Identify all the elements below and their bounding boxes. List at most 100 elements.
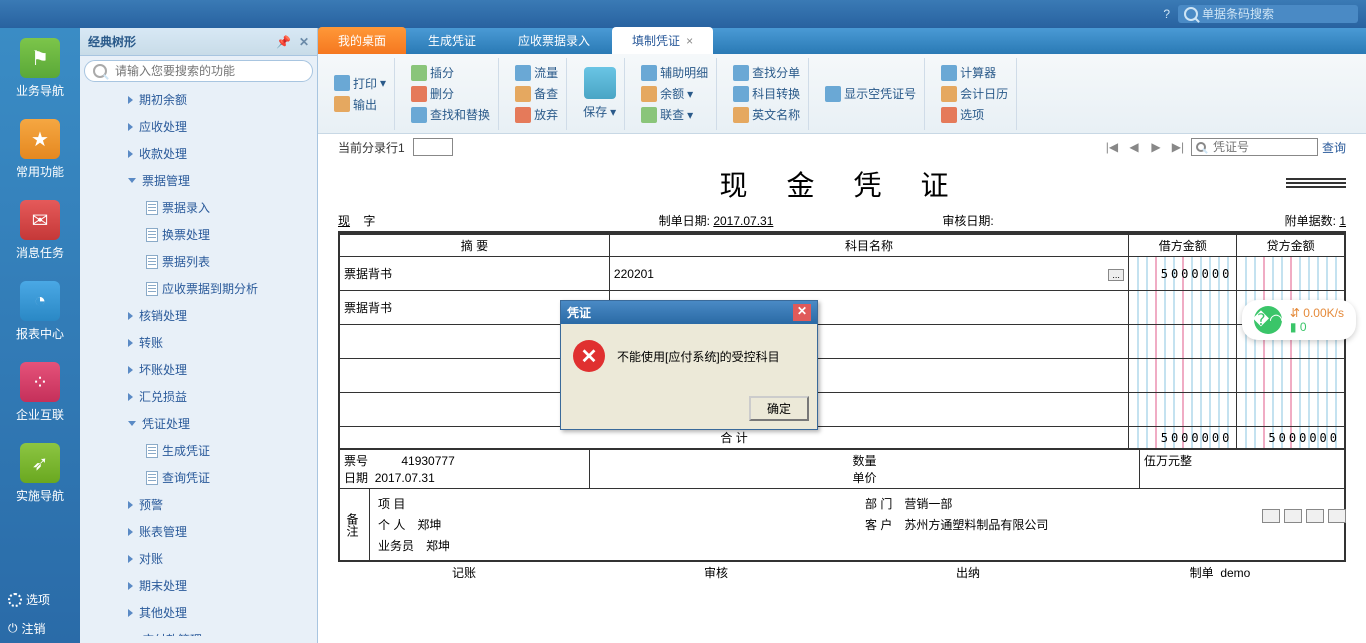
tree-search-input[interactable] — [115, 64, 304, 78]
nav-item-3[interactable]: ◔报表中心 — [0, 271, 80, 352]
tree-item[interactable]: 票据列表 — [80, 248, 317, 275]
toolbar: 打印 ▾ 输出 插分 删分 查找和替换 流量 备查 放弃 保存 ▾ 辅助明细 余… — [318, 54, 1366, 134]
tree-item[interactable]: 收款处理 — [80, 140, 317, 167]
lookup-icon[interactable]: ... — [1108, 269, 1124, 281]
voucher-no-input[interactable] — [1213, 140, 1313, 154]
nav-icon: ★ — [20, 119, 60, 159]
tree-item[interactable]: 转账 — [80, 329, 317, 356]
tree-item-label: 凭证处理 — [142, 415, 190, 432]
save-button[interactable]: 保存 ▾ — [583, 103, 616, 120]
tree-item[interactable]: 换票处理 — [80, 221, 317, 248]
attach-value[interactable]: 1 — [1339, 214, 1346, 228]
discard-button[interactable]: 放弃 — [515, 106, 558, 123]
findsingle-button[interactable]: 查找分单 — [733, 64, 800, 81]
tree-item-label: 票据录入 — [162, 199, 210, 216]
tree-item[interactable]: 对账 — [80, 545, 317, 572]
findreplace-button[interactable]: 查找和替换 — [411, 106, 490, 123]
table-row[interactable] — [339, 359, 1345, 393]
nav-item-4[interactable]: ⁘企业互联 — [0, 352, 80, 433]
delete-icon — [411, 86, 427, 102]
tabs: 我的桌面生成凭证应收票据录入填制凭证× — [318, 28, 1366, 54]
tree-item[interactable]: 应付款管理 — [80, 626, 317, 636]
delete-button[interactable]: 删分 — [411, 85, 490, 102]
tree-item[interactable]: 坏账处理 — [80, 356, 317, 383]
tab-3[interactable]: 填制凭证× — [612, 27, 713, 54]
status-icon[interactable] — [1328, 509, 1346, 523]
table-row[interactable] — [339, 393, 1345, 427]
calendar-button[interactable]: 会计日历 — [941, 85, 1008, 102]
flow-button[interactable]: 流量 — [515, 64, 558, 81]
tree-search[interactable] — [84, 60, 313, 82]
close-icon[interactable]: ✕ — [299, 35, 309, 49]
row-box[interactable] — [413, 138, 453, 156]
help-icon[interactable]: ? — [1163, 7, 1170, 21]
output-button[interactable]: 输出 — [334, 96, 386, 113]
query-link[interactable]: 查询 — [1322, 139, 1346, 156]
tab-2[interactable]: 应收票据录入 — [498, 27, 610, 54]
backup-button[interactable]: 备查 — [515, 85, 558, 102]
tree-item[interactable]: 预警 — [80, 491, 317, 518]
tab-0[interactable]: 我的桌面 — [318, 27, 406, 54]
first-button[interactable]: |◀ — [1103, 138, 1121, 156]
tool-options-button[interactable]: 选项 — [941, 106, 1008, 123]
audit-date-label: 审核日期: — [942, 214, 993, 228]
aux-icon — [641, 65, 657, 81]
date-value[interactable]: 2017.07.31 — [713, 214, 773, 228]
tree-item[interactable]: 期末处理 — [80, 572, 317, 599]
subjconv-button[interactable]: 科目转换 — [733, 85, 800, 102]
tree-list[interactable]: 期初余额应收处理收款处理票据管理票据录入换票处理票据列表应收票据到期分析核销处理… — [80, 86, 317, 636]
last-button[interactable]: ▶| — [1169, 138, 1187, 156]
voucher-search[interactable] — [1191, 138, 1318, 156]
top-search-input[interactable] — [1202, 7, 1352, 21]
options-button[interactable]: 选项 — [0, 585, 80, 614]
status-icon[interactable] — [1284, 509, 1302, 523]
tree-item[interactable]: 期初余额 — [80, 86, 317, 113]
top-search[interactable] — [1178, 5, 1358, 23]
tab-1[interactable]: 生成凭证 — [408, 27, 496, 54]
showempty-button[interactable]: 显示空凭证号 — [825, 85, 916, 102]
wifi-widget[interactable]: �◠ ⇵ 0.00K/s ▮ 0 — [1242, 300, 1356, 340]
status-icons — [1262, 509, 1346, 523]
dialog-ok-button[interactable]: 确定 — [749, 396, 809, 421]
tree-item[interactable]: 查询凭证 — [80, 464, 317, 491]
prev-button[interactable]: ◀ — [1125, 138, 1143, 156]
tree-item[interactable]: 票据录入 — [80, 194, 317, 221]
tab-close-icon[interactable]: × — [686, 34, 693, 48]
tree-item[interactable]: 汇兑损益 — [80, 383, 317, 410]
status-icon[interactable] — [1306, 509, 1324, 523]
balance-button[interactable]: 余额 ▾ — [641, 85, 708, 102]
table-row[interactable]: 票据背书 220201... 5000000 — [339, 257, 1345, 291]
chevron-right-icon — [128, 339, 133, 347]
tree-item[interactable]: 生成凭证 — [80, 437, 317, 464]
dialog-close-button[interactable]: ✕ — [793, 304, 811, 321]
table-row[interactable] — [339, 325, 1345, 359]
linkquery-button[interactable]: 联查 ▾ — [641, 106, 708, 123]
person-label: 个 人 — [378, 516, 405, 533]
nav-item-0[interactable]: ⚑业务导航 — [0, 28, 80, 109]
engname-button[interactable]: 英文名称 — [733, 106, 800, 123]
tree-item[interactable]: 应收票据到期分析 — [80, 275, 317, 302]
insert-button[interactable]: 插分 — [411, 64, 490, 81]
pin-icon[interactable]: 📌 — [276, 35, 291, 49]
logout-button[interactable]: ⏻注销 — [0, 614, 80, 643]
status-icon[interactable] — [1262, 509, 1280, 523]
row-label: 当前分录行1 — [338, 139, 405, 156]
tree-header: 经典树形 📌✕ — [80, 28, 317, 56]
print-button[interactable]: 打印 ▾ — [334, 75, 386, 92]
nav-item-2[interactable]: ✉消息任务 — [0, 190, 80, 271]
next-button[interactable]: ▶ — [1147, 138, 1165, 156]
tree-item[interactable]: 票据管理 — [80, 167, 317, 194]
document-icon — [146, 201, 158, 215]
nav-item-5[interactable]: ➶实施导航 — [0, 433, 80, 514]
tree-item[interactable]: 账表管理 — [80, 518, 317, 545]
document-icon — [146, 471, 158, 485]
tree-item[interactable]: 应收处理 — [80, 113, 317, 140]
col-summary: 摘 要 — [339, 234, 609, 257]
table-row[interactable]: 票据背书 应收票据 — [339, 291, 1345, 325]
tree-item[interactable]: 核销处理 — [80, 302, 317, 329]
nav-item-1[interactable]: ★常用功能 — [0, 109, 80, 190]
calculator-button[interactable]: 计算器 — [941, 64, 1008, 81]
aux-button[interactable]: 辅助明细 — [641, 64, 708, 81]
tree-item[interactable]: 其他处理 — [80, 599, 317, 626]
tree-item[interactable]: 凭证处理 — [80, 410, 317, 437]
